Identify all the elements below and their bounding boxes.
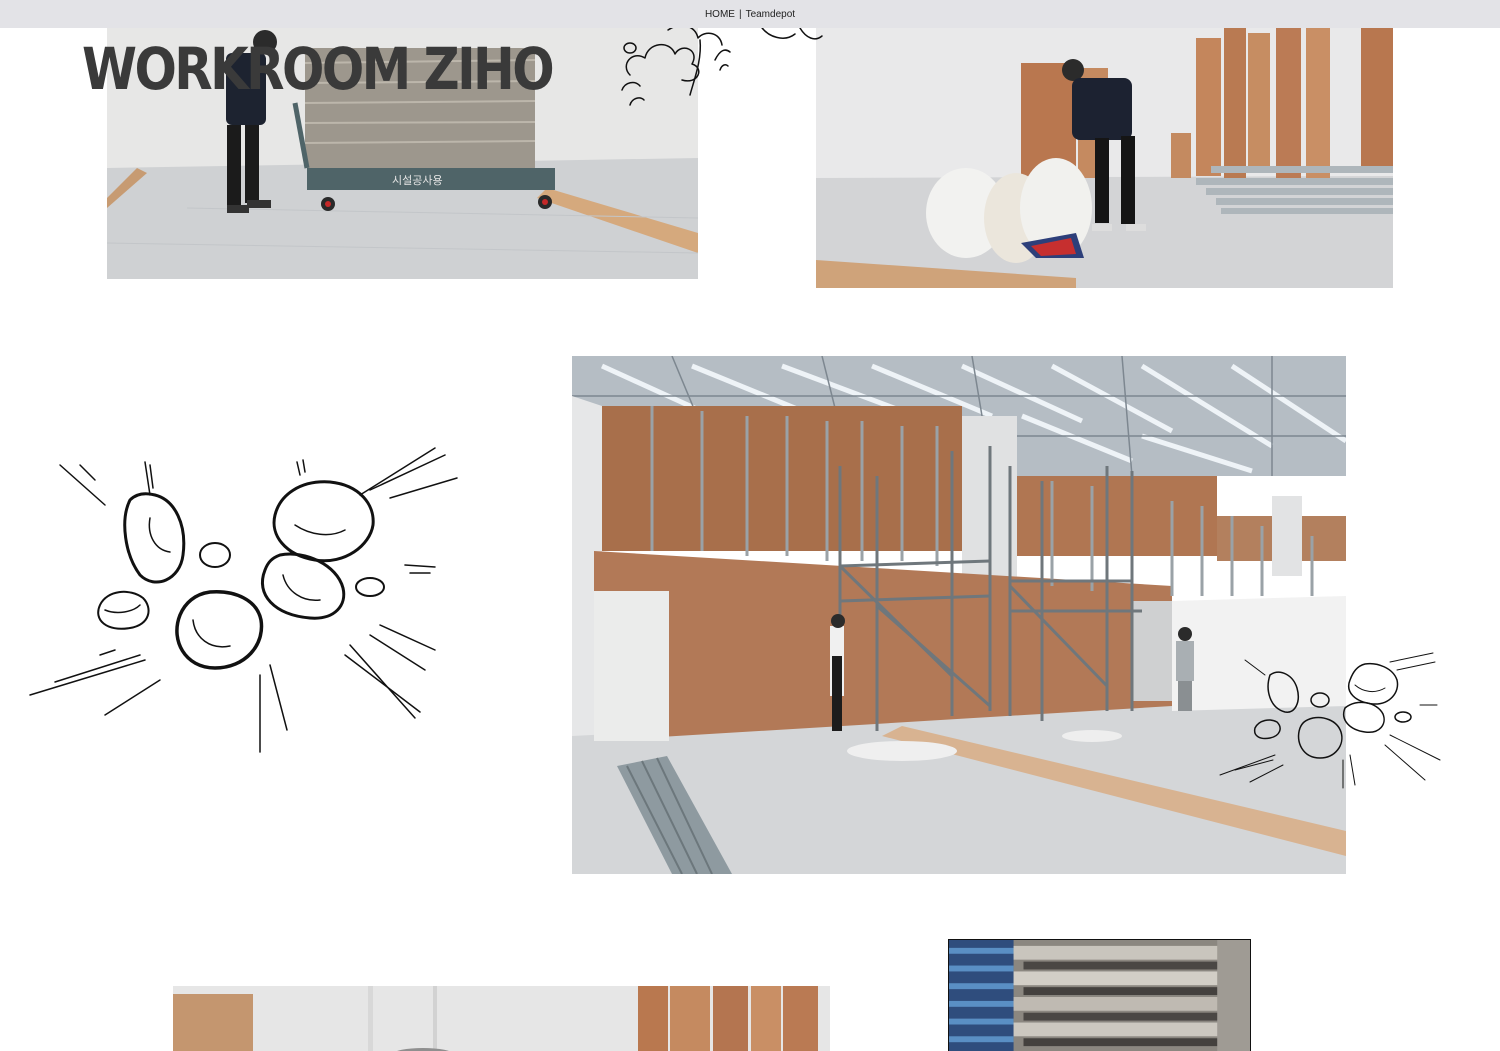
top-nav-bar: HOME | Teamdepot xyxy=(0,0,1500,28)
home-link[interactable]: HOME xyxy=(705,9,735,20)
photo-icon xyxy=(173,986,830,1051)
photo-stacked-boards[interactable] xyxy=(948,939,1251,1051)
photo-scaffolding-wall[interactable] xyxy=(572,356,1346,874)
photo-icon xyxy=(816,28,1393,288)
nav-separator: | xyxy=(738,8,742,20)
site-logo[interactable]: WORKROOM ZIHO xyxy=(82,40,555,98)
page: HOME | Teamdepot 시설공사용 WORKROOM ZIHO xyxy=(0,0,1500,1051)
photo-icon xyxy=(949,940,1250,1051)
cart-label: 시설공사용 xyxy=(392,174,443,187)
rocks-burst-doodle-icon xyxy=(25,440,465,760)
photo-bags-lumber[interactable] xyxy=(816,28,1393,288)
photo-plywood-room[interactable] xyxy=(173,986,830,1051)
teamdepot-link[interactable]: Teamdepot xyxy=(746,9,795,20)
photo-icon xyxy=(572,356,1346,874)
